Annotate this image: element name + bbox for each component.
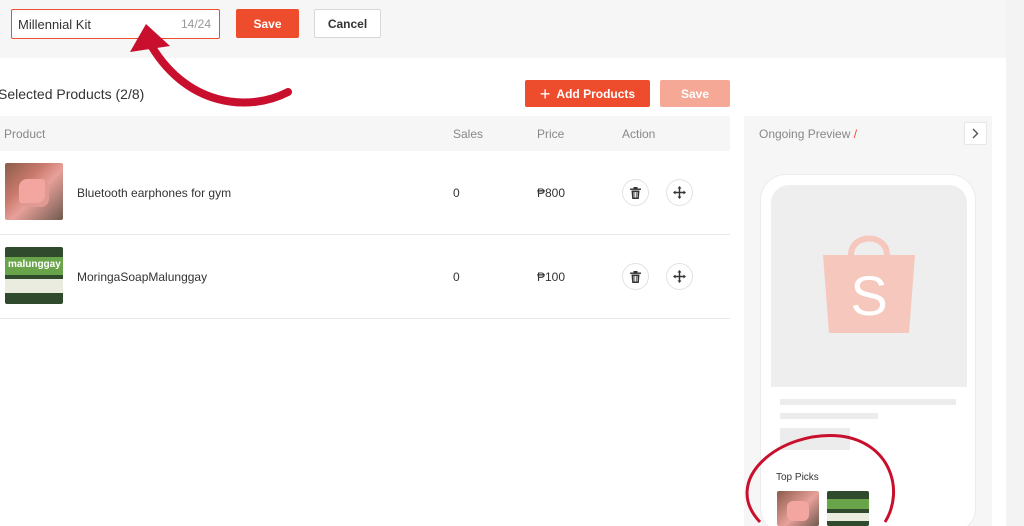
product-sales: 0 [453,186,460,200]
right-scroll-strip [1006,0,1024,526]
svg-text:S: S [850,264,887,327]
preview-next-button[interactable] [964,122,987,145]
table-row: malunggay MoringaSoapMalunggay 0 ₱100 [0,235,730,319]
reorder-button[interactable] [666,263,693,290]
preview-title: Ongoing Preview / [759,127,858,141]
reorder-button[interactable] [666,179,693,206]
product-name: MoringaSoapMalunggay [77,270,208,284]
app-root: 14/24 Save Cancel Selected Products (2/8… [0,0,1024,526]
save-products-button[interactable]: Save [660,80,730,107]
top-pick-thumbnail [827,491,869,526]
kit-name-field[interactable]: 14/24 [11,9,220,39]
cancel-name-button[interactable]: Cancel [314,9,381,38]
table-row: Bluetooth earphones for gym 0 ₱800 [0,151,730,235]
trash-icon [630,186,641,199]
product-thumbnail: malunggay [5,247,63,304]
top-picks-label: Top Picks [776,472,819,483]
move-icon [673,270,686,283]
product-price: ₱100 [537,270,566,284]
column-product: Product [4,127,46,141]
product-price: ₱800 [537,186,566,200]
chevron-right-icon [972,128,979,139]
product-name: Bluetooth earphones for gym [77,186,232,200]
selected-products-title: Selected Products (2/8) [0,86,145,102]
top-pick-thumbnail [777,491,819,526]
placeholder-line [780,413,878,419]
placeholder-line [780,399,956,405]
soap-box-text: malunggay [8,259,61,270]
table-header: Product Sales Price Action [0,116,730,151]
shopee-bag-icon: S [823,235,915,333]
kit-name-input[interactable] [18,10,168,38]
product-thumbnail [5,163,63,220]
preview-panel: Ongoing Preview / S [744,116,992,526]
product-sales: 0 [453,270,460,284]
move-icon [673,186,686,199]
placeholder-block [780,428,850,450]
add-products-label: Add Products [556,86,636,101]
preview-image-placeholder: S [771,185,967,387]
column-action: Action [622,127,656,141]
top-bar: 14/24 Save Cancel [0,0,1006,58]
column-sales: Sales [453,127,484,141]
trash-icon [630,270,641,283]
save-name-button[interactable]: Save [236,9,299,38]
plus-icon: + [539,83,551,104]
delete-button[interactable] [622,263,649,290]
column-price: Price [537,127,565,141]
add-products-button[interactable]: + Add Products [525,80,650,107]
kit-name-char-count: 14/24 [180,17,211,31]
delete-button[interactable] [622,179,649,206]
products-table: Product Sales Price Action Bluetooth ear… [0,116,730,319]
